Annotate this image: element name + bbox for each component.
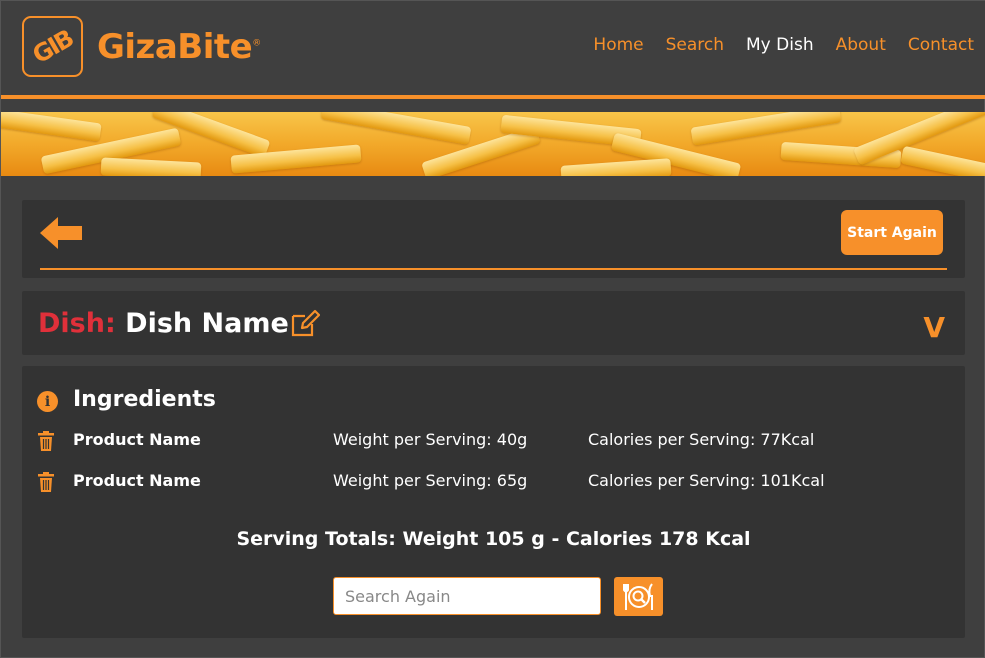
nav-contact[interactable]: Contact: [908, 35, 974, 55]
fries-banner: [1, 112, 985, 176]
product-weight: Weight per Serving: 65g: [333, 471, 528, 490]
logo[interactable]: GIB: [22, 16, 83, 77]
serving-totals: Serving Totals: Weight 105 g - Calories …: [236, 528, 751, 550]
trash-icon[interactable]: [38, 431, 54, 451]
logo-text: GIB: [27, 24, 78, 69]
product-weight: Weight per Serving: 40g: [333, 430, 528, 449]
toolbar-divider: [40, 268, 947, 270]
nav-about[interactable]: About: [836, 35, 886, 55]
dish-panel: Dish: Dish Name V: [22, 291, 965, 355]
dish-name: Dish Name: [125, 308, 289, 339]
search-again-button[interactable]: [614, 577, 663, 616]
product-calories: Calories per Serving: 101Kcal: [588, 471, 825, 490]
registered-mark: ®: [252, 38, 261, 49]
dish-title: Dish: Dish Name: [38, 308, 289, 339]
ingredient-row: Product Name Weight per Serving: 65g Cal…: [22, 469, 965, 497]
dish-label: Dish:: [38, 308, 116, 339]
header-divider: [1, 95, 985, 99]
left-arrow-icon[interactable]: [40, 217, 82, 249]
nav-search[interactable]: Search: [666, 35, 724, 55]
trash-icon[interactable]: [38, 472, 54, 492]
ingredient-row: Product Name Weight per Serving: 40g Cal…: [22, 428, 965, 456]
search-again-input[interactable]: [333, 577, 601, 615]
nav-home[interactable]: Home: [593, 35, 643, 55]
brand-name[interactable]: GizaBite®: [97, 27, 261, 67]
ingredients-panel: i Ingredients Product Name Weight per Se…: [22, 366, 965, 638]
start-again-button[interactable]: Start Again: [841, 210, 943, 255]
product-name: Product Name: [73, 471, 201, 490]
header: GIB GizaBite® Home Search My Dish About …: [1, 1, 985, 95]
product-calories: Calories per Serving: 77Kcal: [588, 430, 815, 449]
edit-icon[interactable]: [290, 308, 320, 338]
chevron-down-icon[interactable]: V: [923, 311, 945, 344]
nav-my-dish[interactable]: My Dish: [746, 35, 814, 55]
product-name: Product Name: [73, 430, 201, 449]
toolbar-panel: Start Again: [22, 200, 965, 278]
info-icon[interactable]: i: [37, 391, 58, 412]
main-nav: Home Search My Dish About Contact: [593, 35, 974, 55]
plate-search-icon: [622, 582, 653, 610]
ingredients-title: Ingredients: [73, 387, 216, 412]
brand-name-text: GizaBite: [97, 27, 253, 67]
